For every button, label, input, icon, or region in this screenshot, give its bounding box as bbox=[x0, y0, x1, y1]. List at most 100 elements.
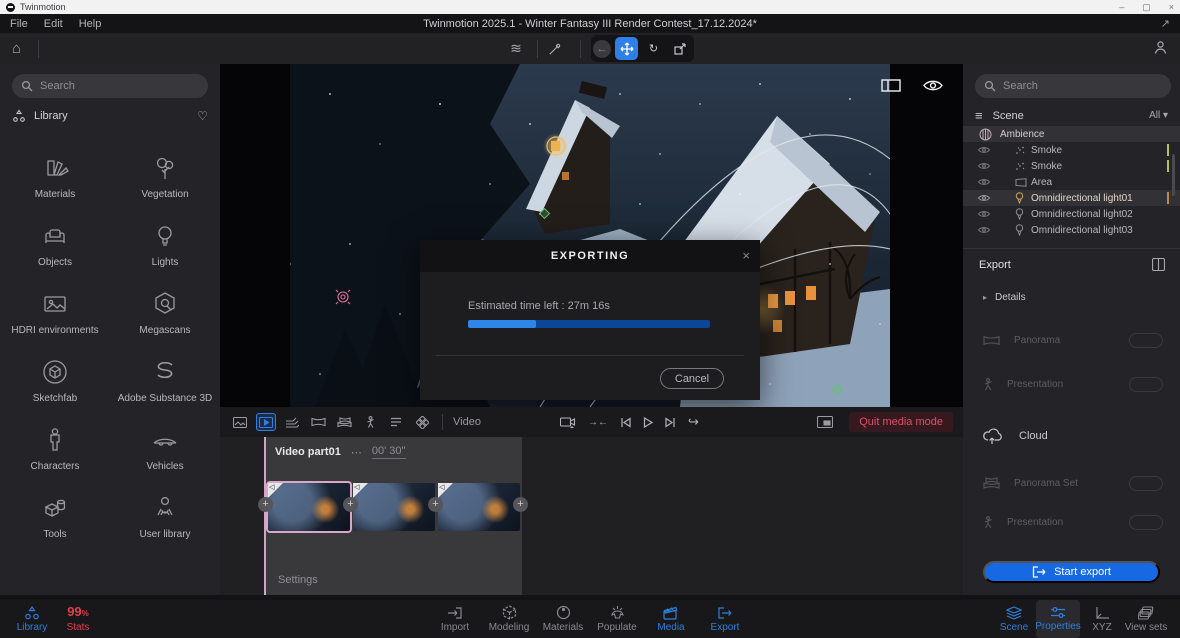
tree-row-smoke[interactable]: Smoke bbox=[963, 142, 1180, 158]
details-expander[interactable]: ▸ Details bbox=[983, 292, 1026, 303]
layers-icon[interactable]: ≋ bbox=[505, 40, 527, 57]
library-item-vegetation[interactable]: Vegetation bbox=[113, 136, 217, 204]
start-export-button[interactable]: Start export bbox=[983, 561, 1160, 583]
export-option-panorama-set[interactable]: Panorama Set bbox=[983, 473, 1163, 493]
loop-icon[interactable]: ↪ bbox=[688, 414, 699, 430]
library-search[interactable] bbox=[12, 74, 208, 98]
panorama-set-media-icon[interactable] bbox=[334, 413, 354, 431]
sequencer-media-icon[interactable] bbox=[412, 413, 432, 431]
clip-thumbnail-3[interactable]: ◁ bbox=[438, 483, 520, 531]
visibility-eye-icon[interactable] bbox=[923, 79, 943, 92]
footer-materials[interactable]: Materials bbox=[536, 600, 590, 638]
split-view-icon[interactable] bbox=[881, 79, 901, 92]
back-icon[interactable]: ← bbox=[593, 40, 611, 58]
footer-stats[interactable]: 99% Stats bbox=[58, 600, 98, 638]
expand-icon[interactable]: ↗ bbox=[1161, 17, 1170, 30]
tree-row-area[interactable]: Area bbox=[963, 174, 1180, 190]
scene-search-input[interactable] bbox=[1003, 80, 1143, 92]
image-media-icon[interactable] bbox=[230, 413, 250, 431]
panorama-toggle[interactable] bbox=[1129, 333, 1163, 348]
add-clip-button[interactable]: + bbox=[258, 497, 273, 512]
add-camera-icon[interactable] bbox=[560, 416, 576, 428]
scene-filter-dropdown[interactable]: All ▾ bbox=[1149, 110, 1168, 121]
timeline-track[interactable]: Video part01 ⋯ 00' 30'' ◁ ◁ ◁ Settings bbox=[265, 437, 522, 595]
skip-start-icon[interactable] bbox=[620, 417, 631, 428]
list-media-icon[interactable] bbox=[386, 413, 406, 431]
library-item-vehicles[interactable]: Vehicles bbox=[113, 408, 217, 476]
footer-modeling[interactable]: Modeling bbox=[482, 600, 536, 638]
skip-end-icon[interactable] bbox=[665, 417, 676, 428]
footer-xyz[interactable]: XYZ bbox=[1080, 600, 1124, 638]
favorites-heart-icon[interactable]: ♡ bbox=[197, 109, 208, 123]
footer-library[interactable]: Library bbox=[10, 600, 54, 638]
tree-scrollbar[interactable] bbox=[1172, 154, 1175, 196]
footer-import[interactable]: Import bbox=[428, 600, 482, 638]
preview-monitor-icon[interactable] bbox=[817, 416, 833, 428]
footer-properties[interactable]: Properties bbox=[1036, 600, 1080, 638]
library-search-input[interactable] bbox=[40, 80, 180, 92]
clip-thumbnail-2[interactable]: ◁ bbox=[353, 483, 435, 531]
tree-row-omni-light02[interactable]: Omnidirectional light02 bbox=[963, 206, 1180, 222]
move-tool-button[interactable] bbox=[615, 37, 638, 60]
playhead[interactable] bbox=[264, 437, 266, 595]
library-item-objects[interactable]: Objects bbox=[3, 204, 107, 272]
eye-icon[interactable] bbox=[978, 226, 990, 234]
footer-export[interactable]: Export bbox=[698, 600, 752, 638]
library-item-sketchfab[interactable]: Sketchfab bbox=[3, 340, 107, 408]
export-option-presentation-2[interactable]: Presentation bbox=[983, 512, 1163, 532]
eye-icon[interactable] bbox=[978, 162, 990, 170]
tree-row-omni-light01[interactable]: Omnidirectional light01 bbox=[963, 190, 1180, 206]
menu-edit[interactable]: Edit bbox=[44, 18, 63, 30]
tree-row-omni-light03[interactable]: Omnidirectional light03 bbox=[963, 222, 1180, 238]
library-item-lights[interactable]: Lights bbox=[113, 204, 217, 272]
footer-media[interactable]: Media bbox=[644, 600, 698, 638]
footer-scene[interactable]: Scene bbox=[992, 600, 1036, 638]
library-item-hdri-environments[interactable]: HDRI environments bbox=[3, 272, 107, 340]
more-options-icon[interactable]: ⋯ bbox=[351, 446, 362, 459]
library-item-user-library[interactable]: User library bbox=[113, 476, 217, 544]
maximize-button[interactable]: ▢ bbox=[1142, 2, 1151, 13]
clip-thumbnail-1[interactable]: ◁ bbox=[268, 483, 350, 531]
footer-view-sets[interactable]: View sets bbox=[1124, 600, 1168, 638]
home-icon[interactable]: ⌂ bbox=[12, 40, 21, 57]
scale-tool-button[interactable] bbox=[669, 37, 692, 60]
presentation-media-icon[interactable] bbox=[360, 413, 380, 431]
clip-name[interactable]: Video part01 bbox=[275, 446, 341, 458]
quit-media-mode-button[interactable]: Quit media mode bbox=[849, 412, 953, 432]
eye-icon[interactable] bbox=[978, 194, 990, 202]
cancel-button[interactable]: Cancel bbox=[660, 368, 724, 389]
menu-icon[interactable]: ≡ bbox=[975, 108, 983, 123]
merge-clips-icon[interactable]: →← bbox=[588, 417, 608, 428]
presentation-toggle[interactable] bbox=[1129, 377, 1163, 392]
play-icon[interactable] bbox=[643, 417, 653, 428]
user-account-icon[interactable] bbox=[1153, 40, 1168, 55]
menu-help[interactable]: Help bbox=[79, 18, 102, 30]
add-clip-button[interactable]: + bbox=[428, 497, 443, 512]
footer-populate[interactable]: Populate bbox=[590, 600, 644, 638]
menu-file[interactable]: File bbox=[10, 18, 28, 30]
library-item-megascans[interactable]: Megascans bbox=[113, 272, 217, 340]
add-clip-button[interactable]: + bbox=[513, 497, 528, 512]
library-item-tools[interactable]: Tools bbox=[3, 476, 107, 544]
eye-icon[interactable] bbox=[978, 146, 990, 154]
clip-duration[interactable]: 00' 30'' bbox=[372, 445, 406, 459]
scene-search[interactable] bbox=[975, 74, 1171, 98]
library-item-adobe-substance-3d[interactable]: Adobe Substance 3D bbox=[113, 340, 217, 408]
eyedropper-icon[interactable] bbox=[548, 42, 570, 56]
rotate-tool-button[interactable]: ↻ bbox=[642, 37, 665, 60]
timeline-settings[interactable]: Settings bbox=[278, 574, 318, 586]
presentation-2-toggle[interactable] bbox=[1129, 515, 1163, 530]
tree-row-ambience[interactable]: Ambience bbox=[963, 126, 1180, 142]
export-option-presentation[interactable]: Presentation bbox=[983, 374, 1163, 394]
phasing-media-icon[interactable] bbox=[282, 413, 302, 431]
panel-layout-icon[interactable] bbox=[1152, 258, 1165, 271]
export-option-panorama[interactable]: Panorama bbox=[983, 330, 1163, 350]
library-item-characters[interactable]: Characters bbox=[3, 408, 107, 476]
close-button[interactable]: × bbox=[1169, 2, 1174, 13]
panorama-media-icon[interactable] bbox=[308, 413, 328, 431]
minimize-button[interactable]: – bbox=[1119, 2, 1124, 13]
eye-icon[interactable] bbox=[978, 178, 990, 186]
tree-row-smoke[interactable]: Smoke bbox=[963, 158, 1180, 174]
add-clip-button[interactable]: + bbox=[343, 497, 358, 512]
dialog-close-icon[interactable]: × bbox=[742, 248, 750, 263]
